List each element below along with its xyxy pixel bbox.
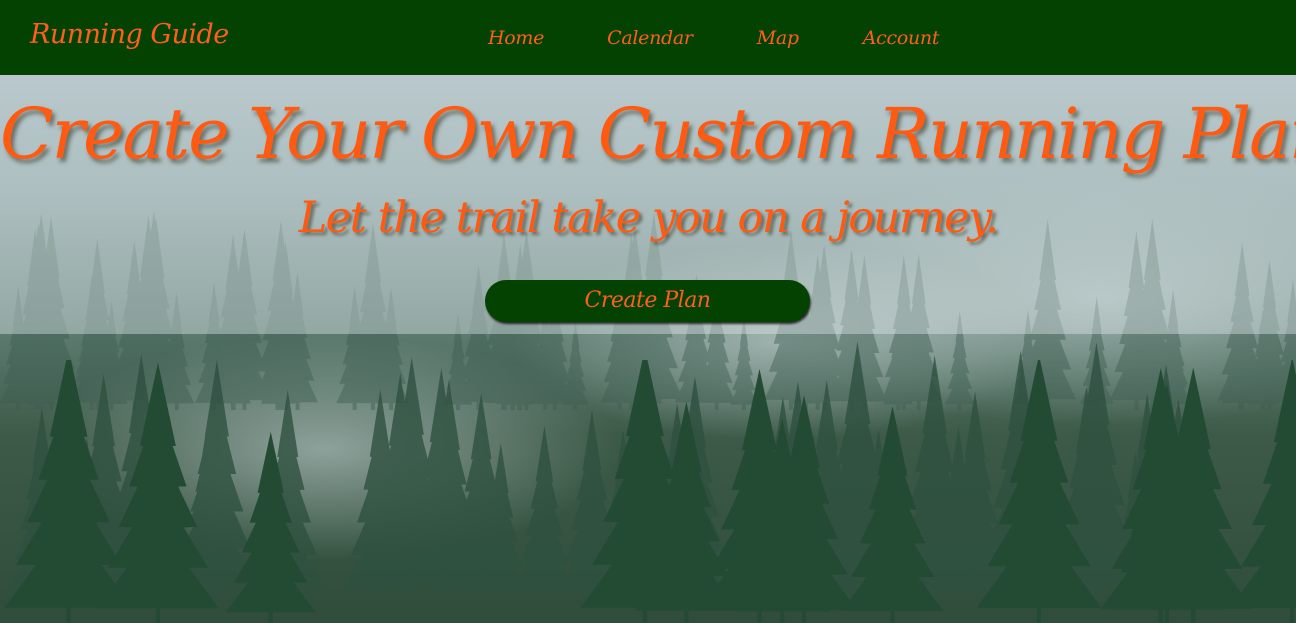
hero-title: Create Your Own Custom Running Plan bbox=[0, 93, 1296, 175]
nav-link-account[interactable]: Account bbox=[863, 27, 940, 49]
nav-link-calendar[interactable]: Calendar bbox=[607, 27, 693, 49]
nav-link-home[interactable]: Home bbox=[488, 27, 544, 49]
create-plan-button[interactable]: Create Plan bbox=[485, 280, 810, 322]
nav-link-map[interactable]: Map bbox=[757, 27, 799, 49]
page: Running Guide Home Calendar Map Account … bbox=[0, 0, 1296, 623]
hero-subtitle: Let the trail take you on a journey. bbox=[298, 193, 999, 243]
hero-banner: Create Your Own Custom Running Plan Let … bbox=[0, 75, 1296, 334]
nav-links: Home Calendar Map Account bbox=[488, 27, 939, 49]
brand-logo-link[interactable]: Running Guide bbox=[30, 19, 229, 50]
top-navbar: Running Guide Home Calendar Map Account bbox=[0, 0, 1296, 75]
near-trees bbox=[4, 360, 1296, 623]
